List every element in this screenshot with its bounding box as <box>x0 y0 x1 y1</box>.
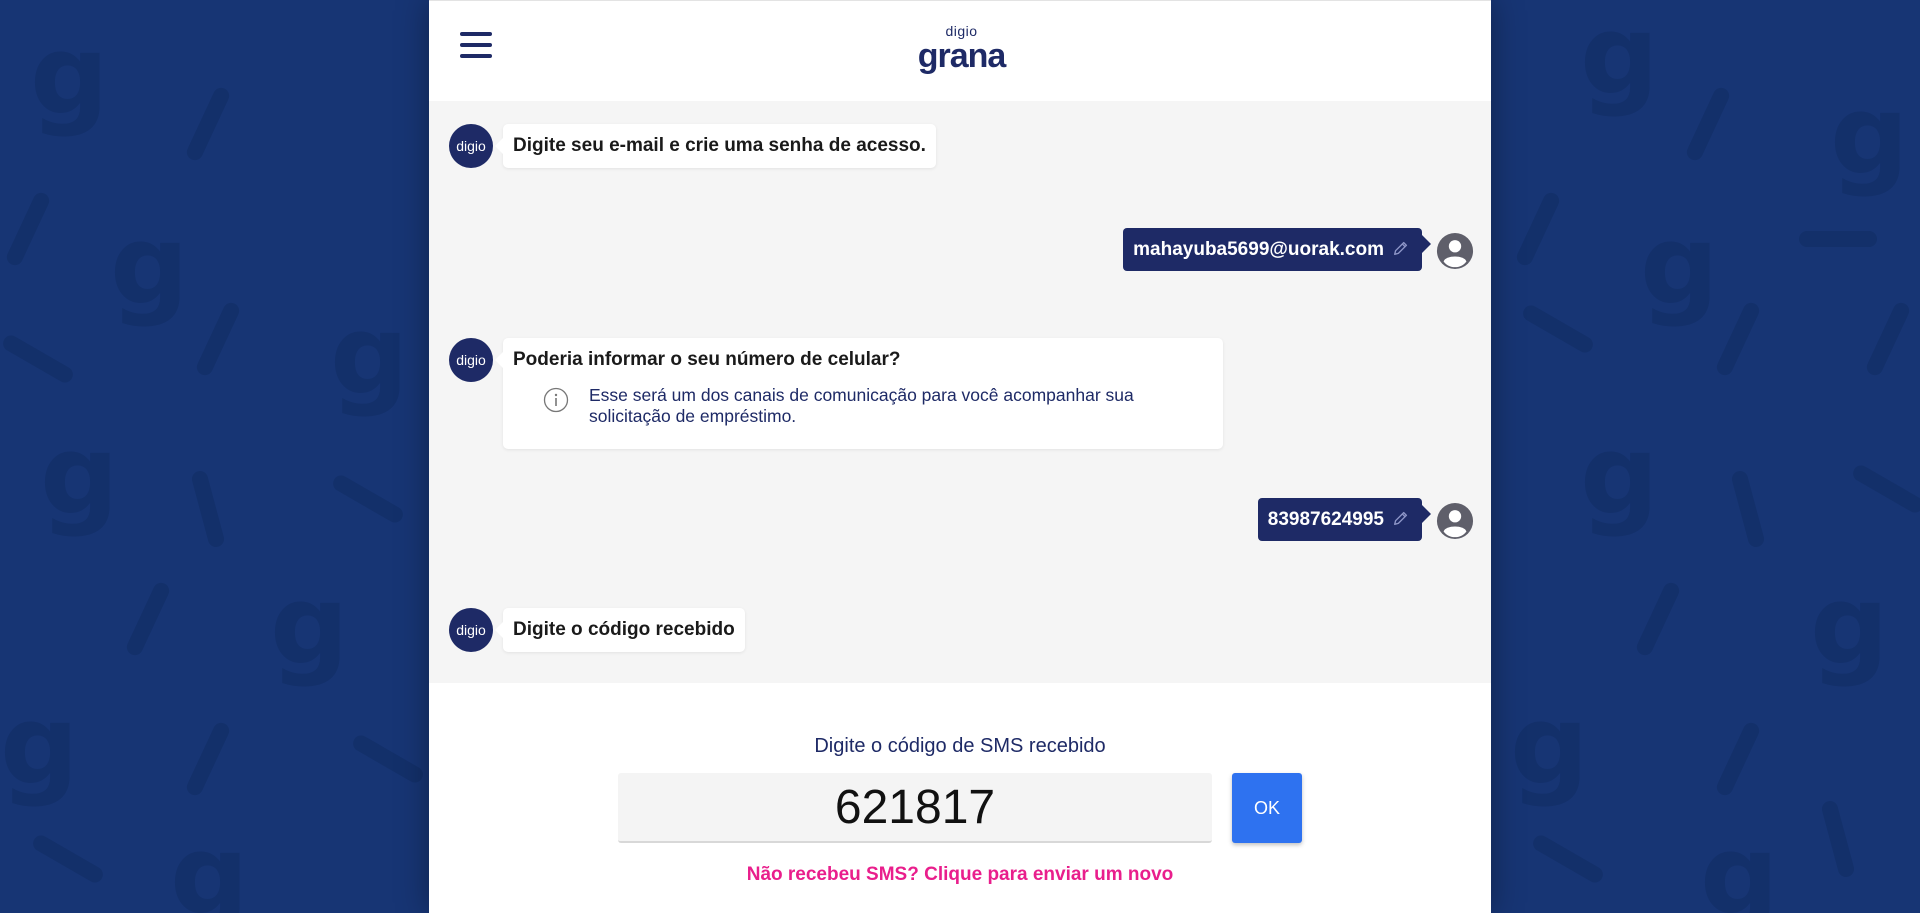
background-g-glyph: g <box>330 291 409 419</box>
background-g-glyph: g <box>170 811 249 913</box>
background-dash <box>30 832 106 886</box>
bot-message: Digite seu e-mail e crie uma senha de ac… <box>495 124 936 168</box>
bot-avatar-label: digio <box>456 352 486 368</box>
bot-message-text: Digite o código recebido <box>513 619 735 640</box>
header: digio grana <box>429 0 1491 101</box>
bot-message: Poderia informar o seu número de celular… <box>495 338 1223 449</box>
bot-avatar: digio <box>449 608 493 652</box>
user-avatar-icon <box>1436 232 1474 270</box>
bot-message-text: Poderia informar o seu número de celular… <box>513 349 901 370</box>
background-g-glyph: g <box>110 201 189 329</box>
background-g-glyph: g <box>270 561 349 689</box>
bot-message-text: Digite seu e-mail e crie uma senha de ac… <box>513 135 926 156</box>
background-dash <box>1820 799 1856 879</box>
bot-avatar-label: digio <box>456 622 486 638</box>
background-dash <box>1714 720 1762 798</box>
info-note: Esse será um dos canais de comunicação p… <box>513 385 1213 427</box>
background-dash <box>350 732 426 786</box>
background-dash <box>1520 302 1596 356</box>
user-message: 83987624995 <box>1257 498 1432 541</box>
user-avatar-icon <box>1436 502 1474 540</box>
background-dash <box>1634 580 1682 658</box>
background-dash <box>1684 85 1732 163</box>
ok-button[interactable]: OK <box>1232 773 1302 843</box>
sms-code-label: Digite o código de SMS recebido <box>814 735 1106 757</box>
background-g-glyph: g <box>0 681 79 809</box>
menu-icon[interactable] <box>460 32 492 58</box>
background-g-glyph: g <box>40 411 119 539</box>
sms-code-form: Digite o código de SMS recebido OK Não r… <box>429 683 1491 913</box>
info-text: Esse será um dos canais de comunicação p… <box>589 385 1134 426</box>
user-message: mahayuba5699@uorak.com <box>1123 228 1431 271</box>
bot-message: Digite o código recebido <box>495 608 745 652</box>
background-dash <box>1799 231 1877 247</box>
background-dash <box>1714 300 1762 378</box>
background-dash <box>0 332 76 386</box>
background-g-glyph: g <box>30 11 109 139</box>
background-g-glyph: g <box>1830 71 1909 199</box>
background-dash <box>1514 190 1562 268</box>
info-icon <box>543 387 569 413</box>
background-dash <box>124 580 172 658</box>
background-dash <box>184 85 232 163</box>
background-dash <box>194 300 242 378</box>
background-dash <box>1850 462 1920 516</box>
background-g-glyph: g <box>1580 411 1659 539</box>
background-dash <box>184 720 232 798</box>
sms-code-input[interactable] <box>618 773 1212 843</box>
user-message-text: mahayuba5699@uorak.com <box>1133 238 1384 260</box>
background-dash <box>1530 832 1606 886</box>
bot-avatar: digio <box>449 338 493 382</box>
user-message-text: 83987624995 <box>1267 508 1384 530</box>
app-panel: digio grana digio Digite seu e-mail e cr… <box>429 0 1491 913</box>
bot-avatar-label: digio <box>456 138 486 154</box>
bot-avatar: digio <box>449 124 493 168</box>
background-g-glyph: g <box>1580 0 1659 119</box>
edit-pencil-icon[interactable] <box>1392 239 1410 257</box>
background-dash <box>190 469 226 549</box>
background-dash <box>330 472 406 526</box>
background-dash <box>1864 300 1912 378</box>
logo-main-text: grana <box>917 37 1007 75</box>
background-dash <box>4 190 52 268</box>
edit-pencil-icon[interactable] <box>1392 509 1410 527</box>
chat-thread: digio Digite seu e-mail e crie uma senha… <box>429 101 1491 682</box>
resend-sms-link[interactable]: Não recebeu SMS? Clique para enviar um n… <box>429 864 1491 886</box>
background-g-glyph: g <box>1810 561 1889 689</box>
background-g-glyph: g <box>1640 201 1719 329</box>
logo: digio grana <box>914 23 1009 79</box>
background-dash <box>1730 469 1766 549</box>
background-g-glyph: g <box>1510 681 1589 809</box>
background-g-glyph: g <box>1700 811 1779 913</box>
